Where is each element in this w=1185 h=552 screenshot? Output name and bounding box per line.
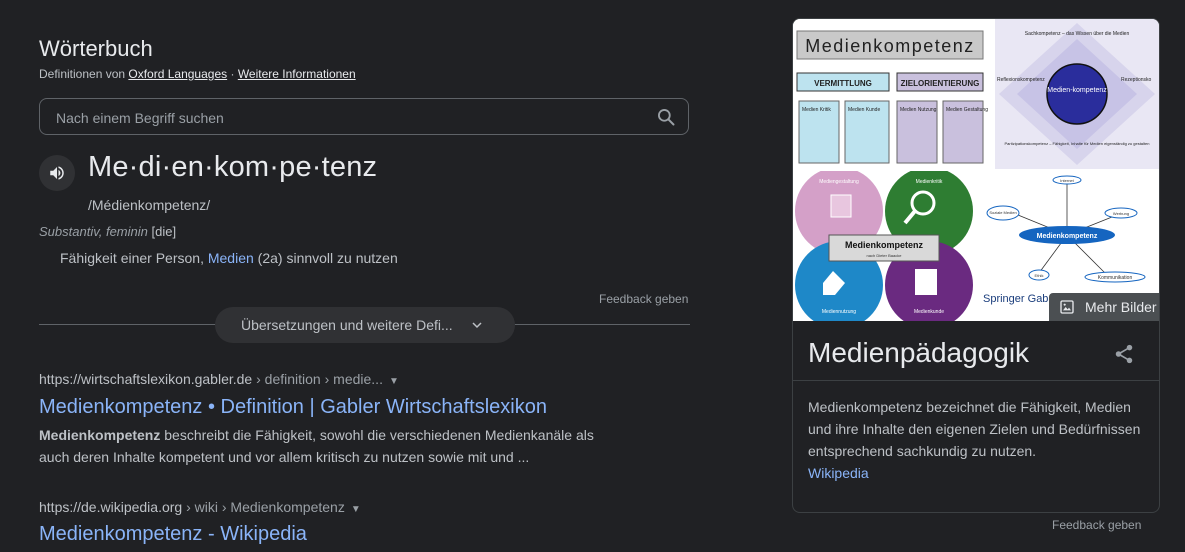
snippet-line-2: auch deren Inhalte kompetent und vor all…: [39, 449, 530, 465]
translations-label: Übersetzungen und weitere Defi...: [241, 317, 453, 333]
img2-center: Medien-kompetenz: [1047, 87, 1107, 94]
snippet-bold: Medienkompetenz: [39, 427, 161, 443]
more-images-button[interactable]: Mehr Bilder: [1049, 293, 1159, 321]
definition-text-before: Fähigkeit einer Person,: [60, 250, 208, 266]
img3-q3: Mediennutzung: [822, 309, 856, 315]
img1-col1: VERMITTLUNG: [814, 79, 872, 88]
img1-title: Medienkompetenz: [805, 36, 975, 56]
knowledge-panel: Medienkompetenz VERMITTLUNG ZIELORIENTIE…: [792, 18, 1160, 513]
img2-bottom: Partizipationskompetenz – Fähigkeit, Inh…: [1005, 141, 1150, 146]
img3-q2: Medienkritik: [916, 179, 943, 185]
result-url-path: › definition › medie...: [252, 371, 383, 387]
img3-q1: Mediengestaltung: [819, 179, 859, 185]
knowledge-panel-divider: [793, 380, 1159, 381]
img2-left: Reflexionskompetenz: [997, 77, 1045, 83]
description-text: Medienkompetenz bezeichnet die Fähigkeit…: [808, 399, 1141, 459]
result-snippet: Medienkompetenz beschreibt die Fähigkeit…: [39, 424, 629, 468]
result-title-link[interactable]: Medienkompetenz • Definition | Gabler Wi…: [39, 396, 547, 419]
wikipedia-link[interactable]: Wikipedia: [808, 465, 869, 481]
share-icon[interactable]: [1113, 343, 1135, 365]
knowledge-panel-title: Medienpädagogik: [808, 337, 1030, 368]
img2-top: Sachkompetenz – das Wissen über die Medi…: [1025, 31, 1130, 37]
source-separator: ·: [227, 67, 238, 81]
dictionary-search-box[interactable]: [39, 98, 689, 136]
snippet-line-1: beschreibt die Fähigkeit, sowohl die ver…: [160, 427, 594, 443]
img4-n5: Kommunikation: [1098, 275, 1133, 281]
img4-n2: Soziale Medien: [989, 210, 1016, 215]
knowledge-panel-feedback-link[interactable]: Feedback geben: [1052, 518, 1141, 532]
img4-n1: Internet: [1060, 178, 1074, 183]
dictionary-feedback-link[interactable]: Feedback geben: [599, 292, 688, 306]
img4-n4: Ethik: [1035, 273, 1044, 278]
img1-box3: Medien Nutzung: [900, 107, 937, 113]
image-icon: [1060, 300, 1074, 314]
phonetic-spelling: /Médienkompetenz/: [88, 197, 211, 213]
img1-box2: Medien Kunde: [848, 107, 880, 113]
result-url[interactable]: https://de.wikipedia.org › wiki › Medien…: [39, 499, 361, 515]
result-menu-arrow-icon[interactable]: ▼: [389, 376, 399, 387]
img1-col2: ZIELORIENTIERUNG: [901, 79, 980, 88]
result-url[interactable]: https://wirtschaftslexikon.gabler.de › d…: [39, 371, 399, 387]
result-menu-arrow-icon[interactable]: ▼: [351, 504, 361, 515]
img3-sub: nach Dieter Baacke: [867, 253, 903, 258]
definition-text-after: (2a) sinnvoll zu nutzen: [253, 250, 398, 266]
part-of-speech: Substantiv, feminin [die]: [39, 224, 176, 239]
img1-box1: Medien Kritik: [802, 107, 831, 113]
headword: Me·di·en·kom·pe·tenz: [88, 151, 378, 183]
image-grid: Medienkompetenz VERMITTLUNG ZIELORIENTIE…: [793, 19, 1159, 321]
image-medienkompetenz-chart[interactable]: Medienkompetenz VERMITTLUNG ZIELORIENTIE…: [793, 19, 993, 169]
image-medienkompetenz-baacke[interactable]: Medienkompetenz nach Dieter Baacke Medie…: [793, 171, 979, 321]
result-url-domain: https://wirtschaftslexikon.gabler.de: [39, 371, 253, 387]
word-class: Substantiv, feminin: [39, 224, 148, 239]
img4-n3: Werbung: [1113, 211, 1129, 216]
dictionary-search-input[interactable]: [54, 99, 638, 136]
img2-right: Rezeptionsko: [1121, 77, 1152, 83]
more-info-link[interactable]: Weitere Informationen: [238, 67, 356, 81]
source-prefix: Definitionen von: [39, 67, 129, 81]
search-icon[interactable]: [656, 107, 676, 127]
chevron-down-icon: [472, 322, 482, 329]
img4-center: Medienkompetenz: [1037, 233, 1098, 240]
dictionary-title: Wörterbuch: [39, 36, 153, 61]
img3-center: Medienkompetenz: [845, 240, 924, 250]
img3-q4: Medienkunde: [914, 309, 944, 315]
result-url-path: › wiki › Medienkompetenz: [182, 499, 345, 515]
knowledge-panel-description: Medienkompetenz bezeichnet die Fähigkeit…: [808, 396, 1148, 484]
result-url-domain: https://de.wikipedia.org: [39, 499, 183, 515]
definition: Fähigkeit einer Person, Medien (2a) sinn…: [60, 250, 398, 266]
article: [die]: [151, 224, 177, 239]
img1-box4: Medien Gestaltung: [946, 107, 988, 113]
result-title-link[interactable]: Medienkompetenz - Wikipedia: [39, 523, 307, 546]
img4-publisher: Springer Gab: [983, 293, 1048, 305]
image-medienkompetenz-diamond[interactable]: Medien-kompetenz Sachkompetenz – das Wis…: [995, 19, 1159, 169]
translations-expand-button[interactable]: Übersetzungen und weitere Defi...: [215, 307, 515, 343]
dictionary-source: Definitionen von Oxford Languages · Weit…: [39, 67, 356, 81]
pronunciation-audio-button[interactable]: [39, 155, 75, 191]
more-images-label: Mehr Bilder: [1085, 299, 1157, 315]
definition-link-medien[interactable]: Medien: [208, 250, 254, 266]
speaker-icon: [50, 166, 64, 180]
oxford-languages-link[interactable]: Oxford Languages: [128, 67, 227, 81]
